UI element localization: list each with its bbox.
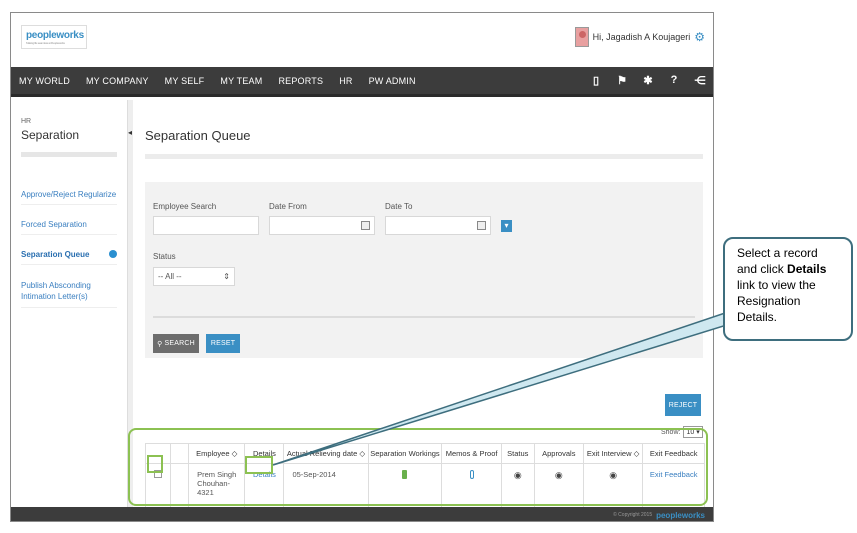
row-highlight bbox=[128, 428, 708, 506]
nav-my-world[interactable]: MY WORLD bbox=[11, 76, 78, 86]
nav-pw-admin[interactable]: PW ADMIN bbox=[361, 76, 424, 86]
calendar-icon[interactable] bbox=[361, 221, 370, 230]
instruction-callout: Select a record and click Details link t… bbox=[723, 237, 853, 341]
logo-tagline: Making life seamless at Peopleworks bbox=[26, 41, 65, 45]
date-to-label: Date To bbox=[385, 202, 413, 211]
footer: © Copyright 2015 peopleworks bbox=[11, 507, 713, 521]
nav-my-self[interactable]: MY SELF bbox=[157, 76, 213, 86]
app-logo[interactable]: peopleworks Making life seamless at Peopl… bbox=[21, 25, 87, 49]
status-label: Status bbox=[153, 252, 176, 261]
chevron-updown-icon: ⇕ bbox=[223, 272, 230, 281]
filter-divider bbox=[153, 316, 695, 318]
gear-icon[interactable]: ⚙ bbox=[694, 30, 705, 44]
book-icon[interactable]: ▯ bbox=[583, 74, 609, 87]
footer-brand: peopleworks bbox=[656, 510, 705, 520]
sidebar-item-label: Separation Queue bbox=[21, 250, 90, 259]
nav-my-team[interactable]: MY TEAM bbox=[212, 76, 270, 86]
user-menu[interactable]: Hi, Jagadish A Koujageri ⚙ bbox=[574, 27, 705, 47]
active-indicator-icon bbox=[109, 250, 117, 258]
search-button[interactable]: ⚲ SEARCH bbox=[153, 334, 199, 353]
filter-icon[interactable]: ▾ bbox=[501, 220, 512, 232]
chevron-left-icon: ◂ bbox=[128, 128, 133, 137]
date-from-input[interactable] bbox=[269, 216, 375, 235]
search-button-label: SEARCH bbox=[164, 340, 195, 347]
top-bar: peopleworks Making life seamless at Peopl… bbox=[11, 13, 713, 67]
date-from-label: Date From bbox=[269, 202, 307, 211]
sidebar-section: HR bbox=[21, 118, 32, 125]
callout-text-bold: Details bbox=[787, 262, 827, 276]
employee-search-input[interactable] bbox=[153, 216, 259, 235]
sidebar: HR Separation Approve/Reject Regularize … bbox=[11, 100, 127, 510]
details-highlight bbox=[245, 456, 273, 474]
help-icon[interactable]: ? bbox=[661, 74, 687, 87]
calendar-icon[interactable] bbox=[477, 221, 486, 230]
nav-hr[interactable]: HR bbox=[331, 76, 360, 86]
reset-button[interactable]: RESET bbox=[206, 334, 240, 353]
search-icon: ⚲ bbox=[157, 340, 163, 348]
sidebar-item-publish-absconding[interactable]: Publish Absconding Intimation Letter(s) bbox=[21, 280, 117, 308]
page-title: Separation Queue bbox=[145, 128, 251, 143]
tools-icon[interactable]: ✱ bbox=[635, 74, 661, 87]
avatar[interactable] bbox=[574, 27, 589, 47]
sidebar-item-approve-reject-regularize[interactable]: Approve/Reject Regularize bbox=[21, 190, 117, 205]
share-icon[interactable]: ⋲ bbox=[687, 74, 713, 87]
sidebar-title: Separation bbox=[21, 128, 80, 142]
reject-button[interactable]: REJECT bbox=[665, 394, 701, 416]
status-selected-value: -- All -- bbox=[158, 272, 182, 281]
flag-icon[interactable]: ⚑ bbox=[609, 74, 635, 87]
status-select[interactable]: -- All -- ⇕ bbox=[153, 267, 235, 286]
sidebar-item-forced-separation[interactable]: Forced Separation bbox=[21, 220, 117, 235]
filter-panel: Employee Search Date From Date To ▾ Stat… bbox=[145, 182, 703, 358]
callout-text-2: link to view the Resignation Details. bbox=[737, 278, 816, 324]
employee-search-label: Employee Search bbox=[153, 202, 217, 211]
checkbox-highlight bbox=[147, 455, 163, 473]
nav-icons: ▯ ⚑ ✱ ? ⋲ bbox=[583, 74, 713, 87]
main-nav: MY WORLD MY COMPANY MY SELF MY TEAM REPO… bbox=[11, 67, 713, 97]
logo-text: peopleworks bbox=[26, 30, 84, 41]
sidebar-divider bbox=[21, 152, 117, 157]
copyright-text: © Copyright 2015 bbox=[613, 512, 653, 518]
sidebar-item-separation-queue[interactable]: Separation Queue bbox=[21, 250, 117, 265]
date-to-input[interactable] bbox=[385, 216, 491, 235]
nav-my-company[interactable]: MY COMPANY bbox=[78, 76, 157, 86]
user-greeting: Hi, Jagadish A Koujageri bbox=[592, 32, 691, 42]
title-divider bbox=[145, 154, 703, 159]
nav-reports[interactable]: REPORTS bbox=[270, 76, 331, 86]
